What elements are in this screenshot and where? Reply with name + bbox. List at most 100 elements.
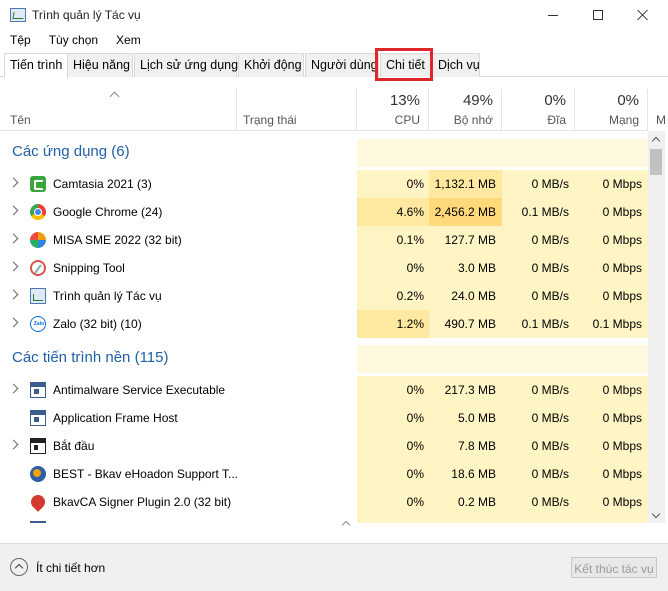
- process-name: BEST - Bkav eHoadon Support T...: [53, 467, 238, 481]
- memory-value: 490.7 MB: [444, 317, 496, 331]
- table-row[interactable]: BEST - Bkav eHoadon Support T... 0% 18.6…: [0, 460, 648, 488]
- network-value: 0 Mbps: [602, 495, 642, 509]
- group-title: Các ứng dụng (6): [12, 143, 130, 160]
- chevron-up-circle-icon[interactable]: [10, 558, 28, 576]
- column-name[interactable]: Tên: [0, 89, 237, 131]
- process-name: Trình quản lý Tác vụ: [53, 289, 162, 303]
- scroll-down-icon[interactable]: [652, 512, 660, 520]
- process-name: Zalo (32 bit) (10): [53, 317, 142, 331]
- memory-total: 49%: [462, 92, 493, 109]
- memory-value: 0.2 MB: [457, 495, 496, 509]
- table-row[interactable]: MISA SME 2022 (32 bit) 0.1% 127.7 MB 0 M…: [0, 226, 648, 254]
- network-value: 0 Mbps: [602, 411, 642, 425]
- cpu-value: 0.2%: [396, 289, 424, 303]
- memory-value: 2,456.2 MB: [434, 205, 496, 219]
- table-row[interactable]: BkavCA Signer Plugin 2.0 (32 bit) 0% 0.2…: [0, 488, 648, 516]
- process-name: MISA SME 2022 (32 bit): [53, 233, 182, 247]
- table-row[interactable]: Antimalware Service Executable 0% 217.3 …: [0, 376, 648, 404]
- table-row[interactable]: Google Chrome (24) 4.6% 2,456.2 MB 0.1 M…: [0, 198, 648, 226]
- cell-bg: [502, 139, 575, 167]
- tab-processes[interactable]: Tiến trình: [4, 53, 68, 78]
- column-memory[interactable]: 49% Bộ nhớ: [429, 89, 502, 131]
- column-status-label: Trạng thái: [243, 113, 297, 127]
- fewer-details-link[interactable]: Ít chi tiết hơn: [36, 561, 105, 575]
- table-row[interactable]: Trình quản lý Tác vụ 0.2% 24.0 MB 0 MB/s…: [0, 282, 648, 310]
- cpu-value: 0%: [406, 261, 424, 275]
- footer: Ít chi tiết hơn Kết thúc tác vụ: [0, 543, 668, 591]
- chevron-right-icon[interactable]: [8, 439, 19, 450]
- scroll-up-icon[interactable]: [652, 135, 660, 143]
- chevron-right-icon[interactable]: [8, 205, 19, 216]
- disk-value: 0 MB/s: [531, 383, 569, 397]
- disk-value: 0 MB/s: [531, 233, 569, 247]
- tab-app-history[interactable]: Lịch sử ứng dụng: [134, 53, 238, 77]
- column-cpu-label: CPU: [394, 113, 420, 127]
- chevron-right-icon[interactable]: [8, 317, 19, 328]
- network-value: 0 Mbps: [602, 177, 642, 191]
- tab-services[interactable]: Dịch vụ: [432, 53, 480, 77]
- process-name: Antimalware Service Executable: [53, 383, 226, 397]
- title-bar: Trình quản lý Tác vụ: [0, 0, 668, 30]
- tab-performance[interactable]: Hiệu năng: [67, 53, 133, 77]
- zalo-icon: [30, 316, 47, 332]
- disk-value: 0 MB/s: [531, 411, 569, 425]
- table-row[interactable]: Bắt đầu 0% 7.8 MB 0 MB/s 0 Mbps: [0, 432, 648, 460]
- process-name: Camtasia 2021 (3): [53, 177, 152, 191]
- vertical-scrollbar[interactable]: [648, 131, 665, 523]
- end-task-button[interactable]: Kết thúc tác vụ: [571, 557, 657, 578]
- table-row[interactable]: Application Frame Host 0% 5.0 MB 0 MB/s …: [0, 404, 648, 432]
- tab-users[interactable]: Người dùng: [305, 53, 379, 77]
- process-name: Google Chrome (24): [53, 205, 163, 219]
- memory-value: 18.6 MB: [451, 467, 496, 481]
- minimize-icon: [548, 14, 558, 16]
- cpu-value: 0.1%: [396, 233, 424, 247]
- column-network-label: Mạng: [608, 113, 639, 127]
- memory-value: 127.7 MB: [444, 233, 496, 247]
- maximize-button[interactable]: [575, 0, 621, 30]
- chevron-right-icon[interactable]: [8, 261, 19, 272]
- app-icon: [30, 521, 46, 523]
- cell-bg: [575, 516, 648, 523]
- column-disk[interactable]: 0% Đĩa: [502, 89, 575, 131]
- table-row[interactable]: Snipping Tool 0% 3.0 MB 0 MB/s 0 Mbps: [0, 254, 648, 282]
- table-row[interactable]: Camtasia 2021 (3) 0% 1,132.1 MB 0 MB/s 0…: [0, 170, 648, 198]
- column-memory-label: Bộ nhớ: [453, 113, 493, 127]
- network-total: 0%: [617, 92, 639, 109]
- table-row[interactable]: Zalo (32 bit) (10) 1.2% 490.7 MB 0.1 MB/…: [0, 310, 648, 338]
- disk-value: 0.1 MB/s: [521, 205, 569, 219]
- process-name: Snipping Tool: [53, 261, 125, 275]
- tab-details[interactable]: Chi tiết: [380, 53, 431, 77]
- chevron-right-icon[interactable]: [8, 383, 19, 394]
- minimize-button[interactable]: [530, 0, 576, 30]
- memory-value: 7.8 MB: [457, 439, 496, 453]
- column-network[interactable]: 0% Mạng: [575, 89, 648, 131]
- cpu-value: 1.2%: [396, 317, 424, 331]
- window-title: Trình quản lý Tác vụ: [32, 8, 141, 22]
- menu-options[interactable]: Tùy chọn: [39, 30, 106, 50]
- bkav-ehoadon-icon: [30, 466, 46, 482]
- column-cpu[interactable]: 13% CPU: [357, 89, 429, 131]
- chevron-up-icon: [342, 520, 350, 526]
- menu-file[interactable]: Tệp: [0, 30, 39, 50]
- scroll-thumb[interactable]: [650, 149, 662, 175]
- close-icon: [637, 9, 649, 21]
- group-title: Các tiến trình nền (115): [12, 349, 169, 366]
- table-row[interactable]: [0, 516, 648, 523]
- tab-startup[interactable]: Khởi động: [238, 53, 304, 77]
- tab-bar: Tiến trình Hiệu năng Lịch sử ứng dụng Kh…: [0, 53, 668, 78]
- chevron-right-icon[interactable]: [8, 233, 19, 244]
- close-button[interactable]: [620, 0, 666, 30]
- camtasia-icon: [30, 176, 46, 192]
- cell-bg: [575, 139, 648, 167]
- chevron-right-icon[interactable]: [8, 289, 19, 300]
- cpu-value: 0%: [406, 411, 424, 425]
- menu-view[interactable]: Xem: [106, 30, 149, 50]
- chevron-right-icon[interactable]: [8, 177, 19, 188]
- cpu-value: 0%: [406, 383, 424, 397]
- cpu-value: 0%: [406, 177, 424, 191]
- process-name: Bắt đầu: [53, 439, 95, 453]
- column-status[interactable]: Trạng thái: [237, 89, 357, 131]
- network-value: 0 Mbps: [602, 289, 642, 303]
- disk-value: 0 MB/s: [531, 467, 569, 481]
- cell-bg: [502, 516, 575, 523]
